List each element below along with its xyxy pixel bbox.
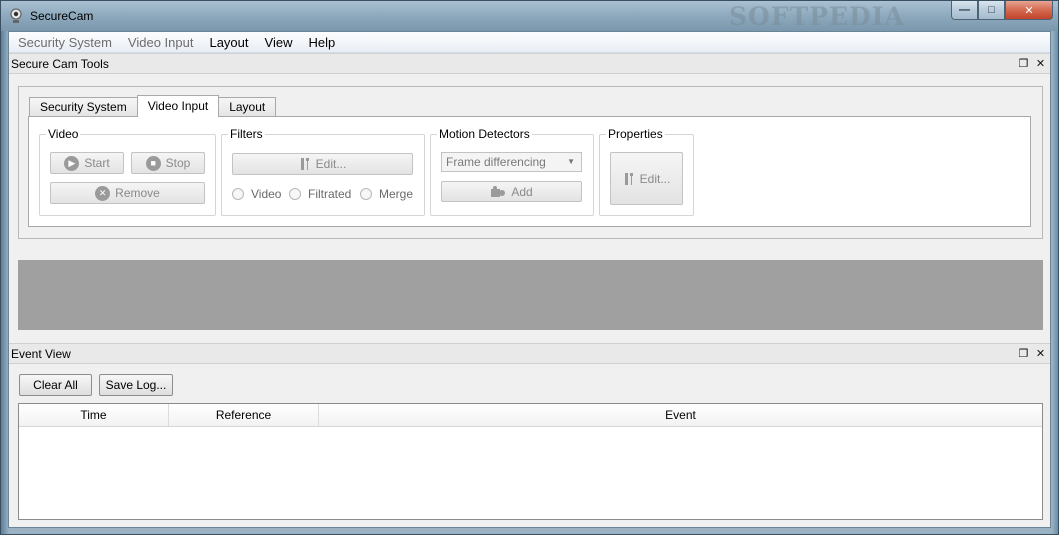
menu-bar: Security System Video Input Layout View … bbox=[9, 32, 1050, 53]
radio-filtrated-label: Filtrated bbox=[308, 187, 352, 201]
close-icon[interactable]: ✕ bbox=[1035, 57, 1046, 70]
radio-video-label: Video bbox=[251, 187, 282, 201]
app-window: SecureCam SOFTPEDIA — □ ✕ Security Syste… bbox=[0, 0, 1059, 535]
event-table-header: Time Reference Event bbox=[19, 404, 1042, 427]
motion-detector-value: Frame differencing bbox=[446, 155, 546, 169]
minimize-icon: — bbox=[959, 4, 970, 16]
stop-button[interactable]: ■ Stop bbox=[131, 152, 205, 174]
tab-layout[interactable]: Layout bbox=[218, 97, 277, 117]
tab-content: Video ▶ Start ■ Stop ✕ Remove Filters Ed… bbox=[28, 116, 1031, 227]
chevron-down-icon: ▼ bbox=[567, 157, 575, 166]
close-icon: ✕ bbox=[1024, 4, 1034, 17]
event-dock-header: Event View ❐ ✕ bbox=[9, 343, 1050, 364]
start-button-label: Start bbox=[84, 156, 110, 170]
motion-detector-select[interactable]: Frame differencing ▼ bbox=[441, 152, 582, 172]
add-detector-button[interactable]: Add bbox=[441, 181, 582, 202]
properties-group-title: Properties bbox=[606, 127, 665, 141]
radio-filtrated[interactable]: Filtrated bbox=[289, 187, 351, 201]
minimize-button[interactable]: — bbox=[951, 1, 978, 20]
menu-layout[interactable]: Layout bbox=[201, 32, 256, 53]
properties-edit-label: Edit... bbox=[639, 171, 671, 186]
radio-video[interactable]: Video bbox=[232, 187, 281, 201]
properties-edit-button[interactable]: Edit... bbox=[610, 152, 683, 205]
column-header-event[interactable]: Event bbox=[319, 404, 1042, 426]
column-header-reference[interactable]: Reference bbox=[169, 404, 319, 426]
window-controls: — □ ✕ bbox=[951, 1, 1053, 20]
webcam-icon bbox=[10, 8, 22, 23]
title-bar[interactable]: SecureCam SOFTPEDIA — □ ✕ bbox=[1, 1, 1058, 31]
watermark-text: SOFTPEDIA bbox=[729, 2, 905, 31]
filters-edit-label: Edit... bbox=[315, 157, 347, 171]
tools-dock-controls: ❐ ✕ bbox=[1018, 57, 1046, 70]
menu-help[interactable]: Help bbox=[300, 32, 343, 53]
remove-icon: ✕ bbox=[95, 185, 111, 201]
close-button[interactable]: ✕ bbox=[1005, 1, 1053, 20]
clear-all-button[interactable]: Clear All bbox=[19, 374, 92, 396]
play-icon: ▶ bbox=[64, 155, 80, 171]
tools-dock-title: Secure Cam Tools bbox=[11, 57, 109, 71]
maximize-icon: □ bbox=[988, 4, 995, 16]
menu-view[interactable]: View bbox=[257, 32, 301, 53]
event-table: Time Reference Event bbox=[18, 403, 1043, 520]
event-dock-title: Event View bbox=[11, 347, 71, 361]
radio-merge[interactable]: Merge bbox=[360, 187, 413, 201]
event-dock-controls: ❐ ✕ bbox=[1018, 347, 1046, 360]
radio-merge-label: Merge bbox=[379, 187, 414, 201]
maximize-button[interactable]: □ bbox=[978, 1, 1005, 20]
menu-security-system[interactable]: Security System bbox=[10, 32, 120, 53]
filters-group-title: Filters bbox=[228, 127, 265, 141]
tab-video-input[interactable]: Video Input bbox=[136, 95, 220, 117]
tools-tabs: Security System Video Input Layout bbox=[29, 95, 277, 117]
radio-video-dot bbox=[232, 188, 244, 200]
filters-edit-button[interactable]: Edit... bbox=[232, 153, 413, 175]
window-title: SecureCam bbox=[30, 9, 94, 23]
video-display-area bbox=[18, 260, 1043, 330]
client-area: Security System Video Input Layout View … bbox=[8, 31, 1051, 528]
motion-group-title: Motion Detectors bbox=[437, 127, 532, 141]
float-icon[interactable]: ❐ bbox=[1018, 57, 1029, 70]
tab-security-system[interactable]: Security System bbox=[29, 97, 138, 117]
puzzle-icon bbox=[491, 185, 506, 197]
motion-detectors-group: Motion Detectors Frame differencing ▼ Ad… bbox=[430, 127, 594, 216]
tools-icon bbox=[624, 172, 633, 185]
remove-button[interactable]: ✕ Remove bbox=[50, 182, 205, 204]
tools-dock-header: Secure Cam Tools ❐ ✕ bbox=[9, 53, 1050, 74]
video-group-title: Video bbox=[46, 127, 81, 141]
radio-filtrated-dot bbox=[289, 188, 301, 200]
remove-button-label: Remove bbox=[115, 186, 160, 200]
start-button[interactable]: ▶ Start bbox=[50, 152, 124, 174]
video-group: Video ▶ Start ■ Stop ✕ Remove bbox=[39, 127, 216, 216]
menu-video-input[interactable]: Video Input bbox=[120, 32, 202, 53]
properties-group: Properties Edit... bbox=[599, 127, 694, 216]
stop-button-label: Stop bbox=[165, 156, 191, 170]
filters-group: Filters Edit... Video Filtrated Merge bbox=[221, 127, 425, 216]
add-detector-label: Add bbox=[511, 184, 533, 199]
save-log-button[interactable]: Save Log... bbox=[99, 374, 173, 396]
float-icon[interactable]: ❐ bbox=[1018, 347, 1029, 360]
column-header-time[interactable]: Time bbox=[19, 404, 169, 426]
close-icon[interactable]: ✕ bbox=[1035, 347, 1046, 360]
tools-icon bbox=[300, 158, 309, 170]
radio-merge-dot bbox=[360, 188, 372, 200]
stop-icon: ■ bbox=[145, 155, 161, 171]
